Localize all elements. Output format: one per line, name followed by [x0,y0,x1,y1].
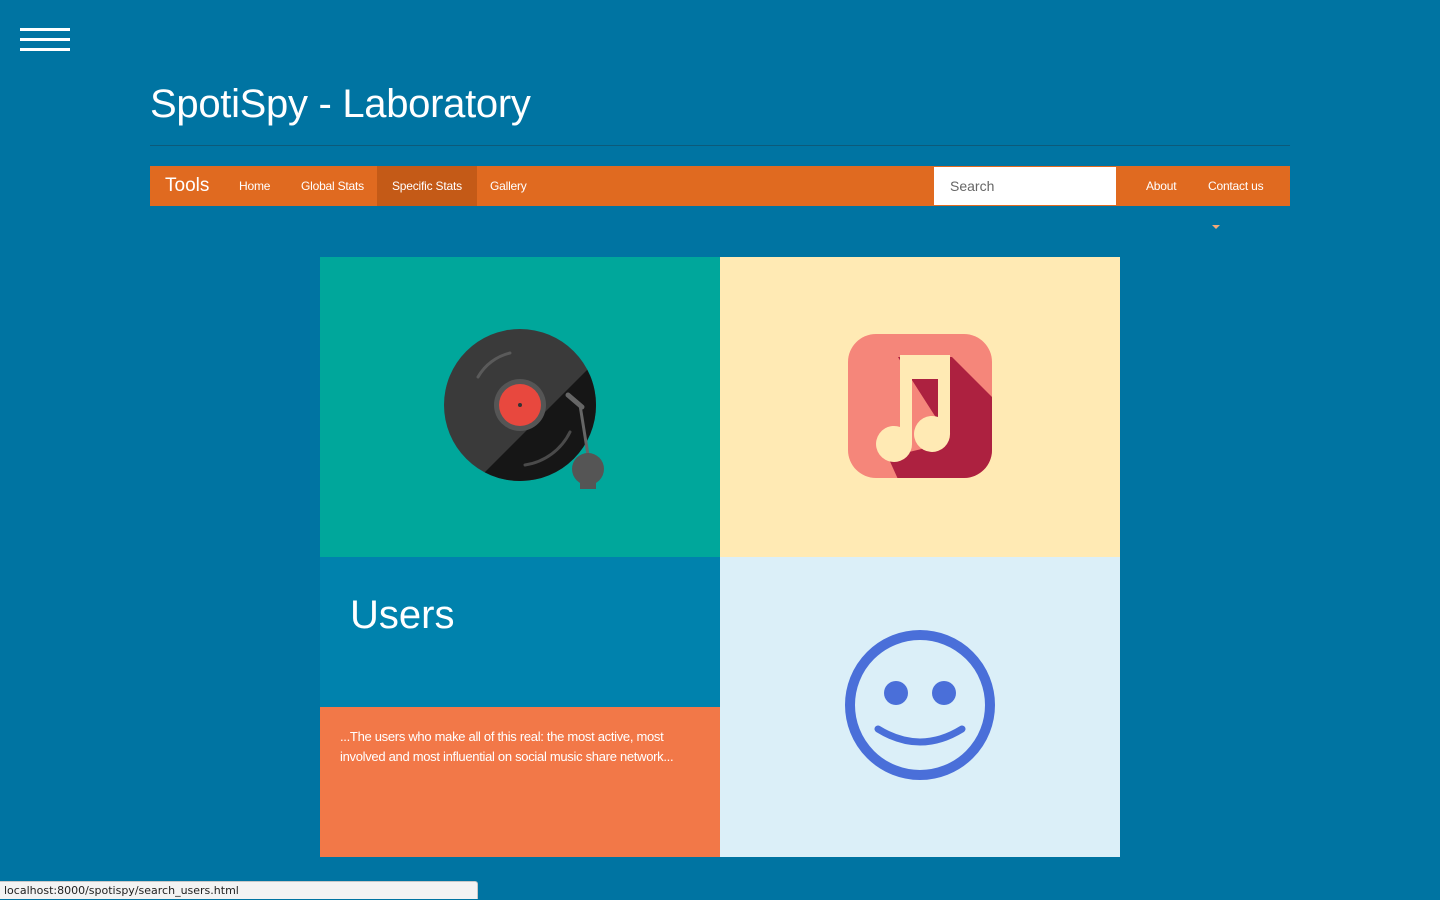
menu-hamburger-icon[interactable] [20,28,70,52]
navbar-brand[interactable]: Tools [165,166,209,206]
caret-down-icon [1212,224,1220,229]
nav-item-about[interactable]: About [1131,166,1191,206]
status-bar-url: localhost:8000/spotispy/search_users.htm… [0,881,478,899]
vinyl-record-icon [444,329,604,489]
site-title: SpotiSpy - Laboratory [150,82,531,126]
nav-item-home[interactable]: Home [224,166,285,206]
users-description: ...The users who make all of this real: … [340,729,674,764]
users-tile[interactable]: Users [320,557,720,707]
hamburger-line [20,48,70,51]
smiley-tile[interactable] [720,557,1120,857]
nav-item-gallery[interactable]: Gallery [475,166,542,206]
nav-item-contact-us[interactable]: Contact us [1193,166,1290,229]
music-note-icon [848,334,992,478]
users-description-tile[interactable]: ...The users who make all of this real: … [320,707,720,857]
nav-item-specific-stats[interactable]: Specific Stats [377,166,477,206]
smiley-face-icon [845,630,995,780]
users-heading: Users [350,593,455,637]
hamburger-line [20,28,70,31]
title-divider [150,145,1290,146]
music-tile[interactable] [720,257,1120,557]
nav-item-global-stats[interactable]: Global Stats [286,166,379,206]
search-input[interactable] [934,167,1116,205]
hamburger-line [20,38,70,41]
vinyl-tile[interactable] [320,257,720,557]
navbar: Tools Home Global Stats Specific Stats G… [150,166,1290,229]
contact-us-label: Contact us [1208,179,1264,193]
